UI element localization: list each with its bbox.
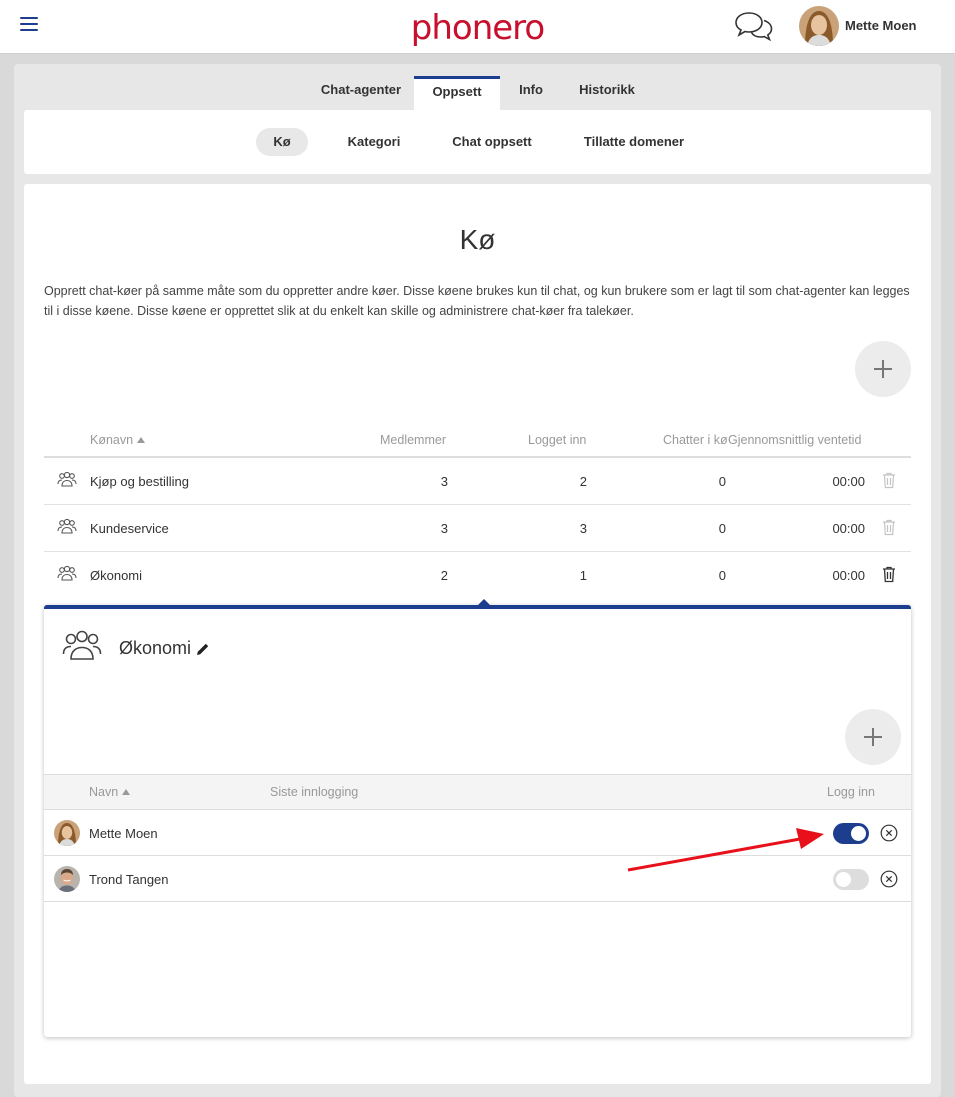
member-table-header: Navn Siste innlogging Logg inn	[44, 774, 911, 810]
delete-icon[interactable]	[882, 472, 896, 489]
sub-tabs: Kø Kategori Chat oppsett Tillatte domene…	[24, 110, 931, 174]
chat-icon[interactable]	[734, 10, 774, 42]
column-ventetid[interactable]: Gjennomsnittlig ventetid	[728, 433, 861, 447]
column-chatter-i-ko[interactable]: Chatter i kø	[663, 433, 728, 447]
queue-members: 2	[440, 568, 448, 583]
column-medlemmer[interactable]: Medlemmer	[380, 433, 446, 447]
group-icon	[57, 565, 77, 581]
delete-icon[interactable]	[882, 519, 896, 536]
member-row: Mette Moen	[44, 810, 911, 856]
column-logget-inn[interactable]: Logget inn	[528, 433, 586, 447]
queue-logged-in: 1	[579, 568, 587, 583]
detail-title: Økonomi	[119, 638, 192, 658]
member-name: Mette Moen	[89, 826, 158, 841]
top-bar: phonero Mette Moen	[0, 0, 955, 54]
delete-icon[interactable]	[882, 566, 896, 583]
queue-name: Kjøp og bestilling	[90, 474, 189, 489]
queue-logged-in: 3	[579, 521, 587, 536]
queue-table-header: Kønavn Medlemmer Logget inn Chatter i kø…	[44, 426, 911, 458]
page-description: Opprett chat-køer på samme måte som du o…	[44, 284, 910, 318]
subtab-ko[interactable]: Kø	[256, 128, 308, 156]
queue-row-selected[interactable]: Økonomi 2 1 0 00:00	[44, 552, 911, 599]
queue-chats: 0	[718, 474, 726, 489]
queue-logged-in: 2	[579, 474, 587, 489]
queue-row[interactable]: Kjøp og bestilling 3 2 0 00:00	[44, 458, 911, 505]
column-logg-inn[interactable]: Logg inn	[827, 785, 875, 799]
tab-oppsett[interactable]: Oppsett	[414, 76, 500, 110]
subtab-chat-oppsett[interactable]: Chat oppsett	[442, 128, 542, 156]
login-toggle[interactable]	[833, 823, 869, 844]
sort-asc-icon	[137, 437, 146, 443]
main-tabs: Chat-agenter Oppsett Info Historikk	[14, 76, 941, 110]
queue-wait: 00:00	[832, 474, 865, 489]
column-konavn[interactable]: Kønavn	[90, 433, 146, 447]
queue-detail-panel: Økonomi Navn Siste innlogging Logg inn M…	[44, 599, 911, 1037]
column-navn[interactable]: Navn	[89, 785, 131, 799]
tab-historikk[interactable]: Historikk	[562, 76, 652, 110]
remove-member-icon[interactable]	[880, 870, 898, 888]
group-icon	[62, 630, 102, 660]
queue-wait: 00:00	[832, 568, 865, 583]
queue-chats: 0	[718, 568, 726, 583]
queue-panel: Kø Opprett chat-køer på samme måte som d…	[24, 184, 931, 1084]
content-area: Chat-agenter Oppsett Info Historikk Kø K…	[14, 64, 941, 1097]
tab-info[interactable]: Info	[500, 76, 562, 110]
add-queue-button[interactable]	[855, 341, 911, 397]
user-name[interactable]: Mette Moen	[845, 18, 917, 33]
member-avatar	[54, 866, 80, 892]
selection-caret	[478, 599, 490, 605]
page-title: Kø	[459, 224, 496, 255]
subtab-kategori[interactable]: Kategori	[334, 128, 414, 156]
login-toggle[interactable]	[833, 869, 869, 890]
member-name: Trond Tangen	[89, 872, 169, 887]
member-row: Trond Tangen	[44, 856, 911, 902]
subtab-tillatte-domener[interactable]: Tillatte domener	[574, 128, 694, 156]
member-avatar	[54, 820, 80, 846]
queue-chats: 0	[718, 521, 726, 536]
queue-row[interactable]: Kundeservice 3 3 0 00:00	[44, 505, 911, 552]
user-avatar[interactable]	[799, 6, 839, 46]
sort-asc-icon	[122, 789, 131, 795]
remove-member-icon[interactable]	[880, 824, 898, 842]
tab-chat-agenter[interactable]: Chat-agenter	[308, 76, 414, 110]
queue-name: Økonomi	[90, 568, 143, 583]
group-icon	[57, 471, 77, 487]
column-siste-innlogging[interactable]: Siste innlogging	[270, 785, 358, 799]
queue-members: 3	[440, 521, 448, 536]
add-member-button[interactable]	[845, 709, 901, 765]
group-icon	[57, 518, 77, 534]
queue-name: Kundeservice	[90, 521, 169, 536]
queue-wait: 00:00	[832, 521, 865, 536]
edit-icon[interactable]	[196, 642, 210, 656]
queue-members: 3	[440, 474, 448, 489]
